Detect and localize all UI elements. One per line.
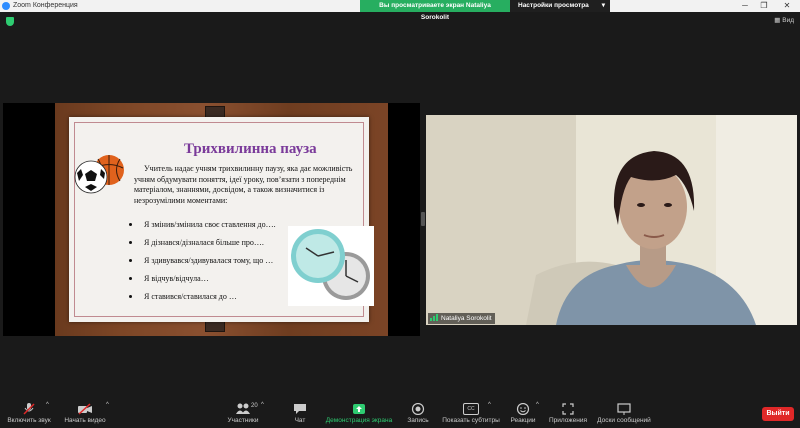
slide-bullet-text: Я ставився/ставилася до … [144, 292, 237, 301]
chevron-down-icon: ▾ [601, 2, 605, 9]
bullet-icon [129, 277, 132, 280]
participants-options-caret[interactable]: ^ [261, 402, 264, 408]
close-button[interactable]: ✕ [776, 0, 798, 12]
view-button-label: Вид [782, 17, 794, 24]
record-icon [411, 403, 425, 415]
participant-name-label: Nataliya Sorokolit [428, 313, 495, 324]
captions-button[interactable]: CC ^ Показать субтитры [440, 398, 502, 428]
participant-video-tile[interactable]: Nataliya Sorokolit [426, 115, 797, 325]
bullet-icon [129, 223, 132, 226]
chat-label: Чат [294, 417, 306, 424]
zoom-icon [2, 2, 10, 10]
mic-muted-icon [23, 403, 35, 415]
participants-button[interactable]: 20 ^ Участники [221, 398, 265, 428]
share-screen-icon [353, 404, 365, 414]
start-video-button[interactable]: ^ Начать видео [60, 398, 110, 428]
whiteboards-label: Доски сообщений [597, 417, 651, 424]
start-video-label: Начать видео [64, 417, 106, 424]
maximize-button[interactable]: ❐ [753, 0, 775, 12]
title-bar: Zoom Конференция Вы просматриваете экран… [0, 0, 800, 21]
captions-label: Показать субтитры [442, 417, 500, 424]
audio-options-caret[interactable]: ^ [46, 402, 49, 408]
window-title: Zoom Конференция [13, 2, 78, 9]
balls-image [74, 155, 124, 194]
slide-background: Трихвилинна пауза Учитель надає учням тр… [55, 103, 388, 336]
chat-button[interactable]: Чат [287, 398, 313, 428]
bullet-icon [129, 259, 132, 262]
shield-icon[interactable] [6, 17, 14, 26]
participant-name: Nataliya Sorokolit [441, 315, 492, 322]
signal-icon [430, 314, 439, 321]
mute-button[interactable]: ^ Включить звук [4, 398, 54, 428]
participant-video [426, 115, 797, 325]
video-options-caret[interactable]: ^ [106, 402, 109, 408]
reactions-icon [516, 403, 530, 415]
slide-intro-text: Учитель надає учням трихвилинну паузу, я… [134, 164, 353, 205]
record-button[interactable]: Запись [403, 398, 433, 428]
leave-meeting-button[interactable]: Выйти [762, 407, 794, 421]
view-options-dropdown[interactable]: Настройки просмотра ▾ [510, 0, 610, 12]
meeting-toolbar: ^ Включить звук ^ Начать видео 20 ^ Учас… [0, 398, 800, 428]
clocks-image [288, 226, 374, 306]
mute-button-label: Включить звук [7, 417, 51, 424]
bullet-icon [129, 295, 132, 298]
apps-button[interactable]: Приложения [540, 398, 596, 428]
view-options-label: Настройки просмотра [518, 2, 589, 9]
screen-share-banner: Вы просматриваете экран Nataliya Sorokol… [360, 0, 510, 21]
slide-bullet-text: Я відчув/відчула… [144, 274, 209, 283]
reactions-label: Реакции [510, 417, 536, 424]
share-screen-button[interactable]: Демонстрация экрана [324, 398, 394, 428]
whiteboards-button[interactable]: Доски сообщений [596, 398, 652, 428]
video-off-icon [78, 403, 92, 415]
apps-label: Приложения [548, 417, 588, 424]
grid-icon: ▦ [774, 17, 781, 24]
slide-bullet-text: Я здивувався/здивувалася тому, що … [144, 256, 274, 265]
share-screen-label: Демонстрация экрана [325, 417, 393, 424]
slide-page: Трихвилинна пауза Учитель надає учням тр… [69, 117, 374, 322]
whiteboard-icon [617, 403, 631, 415]
split-view-handle[interactable] [421, 212, 425, 226]
chat-icon [294, 404, 306, 414]
slide-bullet-text: Я дізнався/дізналася більше про…. [144, 238, 264, 247]
slide-bullet-text: Я змінив/змінила своє ставлення до…. [144, 220, 276, 229]
slide-title: Трихвилинна пауза [184, 141, 317, 157]
captions-options-caret[interactable]: ^ [488, 402, 491, 408]
bullet-icon [129, 241, 132, 244]
apps-icon [562, 403, 574, 415]
record-label: Запись [407, 417, 429, 424]
participants-label: Участники [227, 417, 259, 424]
participants-count: 20 [251, 403, 258, 409]
view-button[interactable]: ▦ Вид [774, 16, 794, 24]
captions-icon: CC [463, 403, 479, 415]
shared-screen: Трихвилинна пауза Учитель надає учням тр… [3, 103, 420, 336]
reactions-button[interactable]: ^ Реакции [508, 398, 538, 428]
reactions-options-caret[interactable]: ^ [536, 402, 539, 408]
participants-icon [236, 403, 250, 414]
